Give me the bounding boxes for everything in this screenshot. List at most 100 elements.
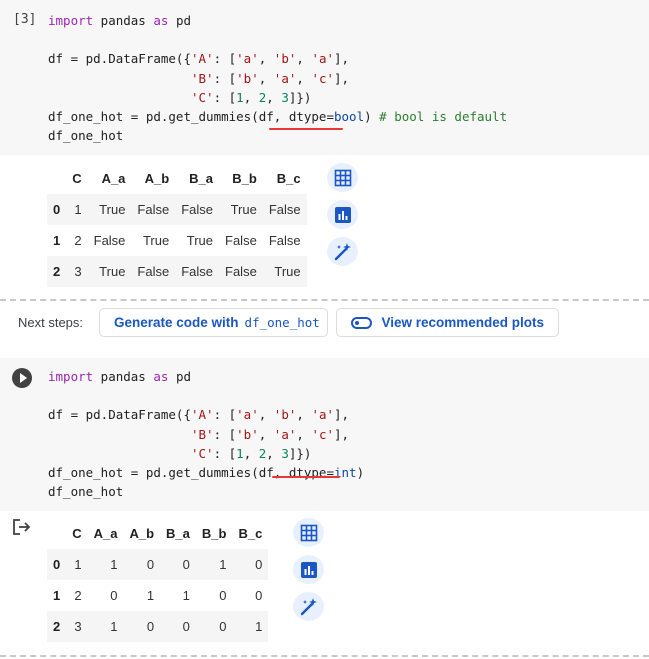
- column-header: A_a: [101, 171, 126, 186]
- output-redirect-icon[interactable]: [12, 518, 32, 536]
- table-row: 2 3 True False False False True: [47, 256, 307, 287]
- column-header: B_c: [238, 526, 263, 541]
- code-token: : [: [213, 70, 237, 86]
- generate-code-label: Generate code with: [114, 315, 239, 330]
- generate-with-ai-button[interactable]: [327, 237, 358, 266]
- code-token: 'b': [236, 70, 259, 86]
- suggest-charts-button[interactable]: [293, 555, 324, 584]
- table-cell: 1: [74, 557, 82, 572]
- code-token: ]}): [288, 445, 312, 461]
- table-cell: False: [137, 202, 170, 217]
- convert-to-interactive-table-button[interactable]: [293, 518, 324, 547]
- code-token: 'b': [273, 51, 297, 67]
- output-actions-1: [327, 163, 358, 266]
- generate-code-variable: df_one_hot: [244, 315, 320, 330]
- code-token: 'a': [311, 407, 335, 423]
- code-token: ,: [296, 70, 312, 86]
- code-token: 3: [281, 445, 289, 461]
- view-recommended-plots-button[interactable]: View recommended plots: [336, 308, 559, 337]
- code-line: df_one_hot: [48, 482, 364, 501]
- suggest-charts-button[interactable]: [327, 200, 358, 229]
- row-index: 1: [53, 233, 61, 248]
- code-editor-1[interactable]: import pandas as pd df = pd.DataFrame({'…: [48, 11, 507, 145]
- index-header: [47, 518, 66, 549]
- row-index: 1: [53, 588, 61, 603]
- code-token: bool: [334, 109, 365, 125]
- table-cell: False: [181, 264, 214, 279]
- output-actions-2: [293, 518, 324, 621]
- code-token: dtype: [288, 109, 327, 125]
- code-token: 'B': [191, 426, 214, 442]
- column-header: B_b: [232, 171, 257, 186]
- convert-to-interactive-table-button[interactable]: [327, 163, 358, 192]
- code-line: 'B': ['b', 'a', 'c'],: [48, 425, 364, 444]
- code-token: ,: [243, 89, 259, 105]
- annotation-underline: [269, 128, 343, 130]
- generate-code-button[interactable]: Generate code with df_one_hot: [99, 308, 328, 337]
- code-token: df_one_hot = pd.get_dummies(df,: [48, 109, 289, 125]
- bar-chart-icon: [300, 561, 317, 578]
- code-token: 'c': [311, 426, 335, 442]
- code-token: ],: [334, 70, 350, 86]
- table-cell: 3: [74, 264, 82, 279]
- bar-chart-icon: [334, 206, 351, 223]
- code-token: 'B': [191, 70, 214, 86]
- table-icon: [300, 524, 317, 541]
- code-token: ,: [296, 51, 312, 67]
- table-cell: 0: [146, 557, 155, 572]
- code-token: : [: [213, 51, 237, 67]
- code-token: 'C': [191, 445, 214, 461]
- table-icon: [334, 169, 351, 186]
- table-cell: True: [99, 202, 126, 217]
- code-token: =: [326, 109, 334, 125]
- table-cell: 1: [219, 557, 227, 572]
- code-token: df_one_hot: [48, 128, 124, 144]
- code-token: ],: [334, 426, 350, 442]
- column-header: B_b: [201, 526, 227, 541]
- code-editor-2[interactable]: import pandas as pd df = pd.DataFrame({'…: [48, 367, 364, 501]
- table-cell: 1: [146, 588, 155, 603]
- code-token: df = pd.DataFrame({: [48, 407, 191, 423]
- code-token: 'C': [191, 89, 214, 105]
- table-cell: 3: [74, 619, 82, 634]
- table-cell: True: [99, 264, 126, 279]
- table-cell: 1: [255, 619, 263, 634]
- code-token: # bool is default: [379, 109, 508, 125]
- code-token: ,: [296, 426, 312, 442]
- row-index: 2: [53, 619, 61, 634]
- code-token: ]}): [288, 89, 312, 105]
- table-cell: 0: [182, 557, 190, 572]
- table-cell: False: [225, 233, 257, 248]
- code-line: import pandas as pd: [48, 367, 364, 386]
- column-header: C: [72, 171, 82, 186]
- code-token: df_one_hot: [48, 484, 124, 500]
- code-token: pandas: [93, 369, 154, 384]
- code-line: df = pd.DataFrame({'A': ['a', 'b', 'a'],: [48, 49, 507, 68]
- play-circle-icon[interactable]: [12, 368, 32, 388]
- column-header: B_c: [276, 171, 301, 186]
- code-token: 'a': [273, 70, 297, 86]
- table-cell: 2: [74, 233, 82, 248]
- code-token: pd: [168, 13, 192, 28]
- code-token: ,: [258, 51, 274, 67]
- table-cell: False: [93, 233, 126, 248]
- table-cell: False: [181, 202, 214, 217]
- code-token: 'b': [236, 426, 259, 442]
- table-cell: 0: [219, 588, 227, 603]
- row-index: 2: [53, 264, 61, 279]
- table-cell: 1: [182, 588, 190, 603]
- code-token: ,: [258, 426, 274, 442]
- row-index: 0: [53, 557, 61, 572]
- generate-with-ai-button[interactable]: [293, 592, 324, 621]
- code-line: 'C': [1, 2, 3]}): [48, 88, 507, 107]
- code-token: ],: [334, 51, 350, 67]
- code-token: 'a': [236, 407, 259, 423]
- magic-wand-icon: [300, 597, 317, 615]
- code-line: 'B': ['b', 'a', 'c'],: [48, 69, 507, 88]
- table-cell: True: [186, 233, 214, 248]
- code-token: ,: [266, 89, 282, 105]
- code-token: 'a': [311, 51, 335, 67]
